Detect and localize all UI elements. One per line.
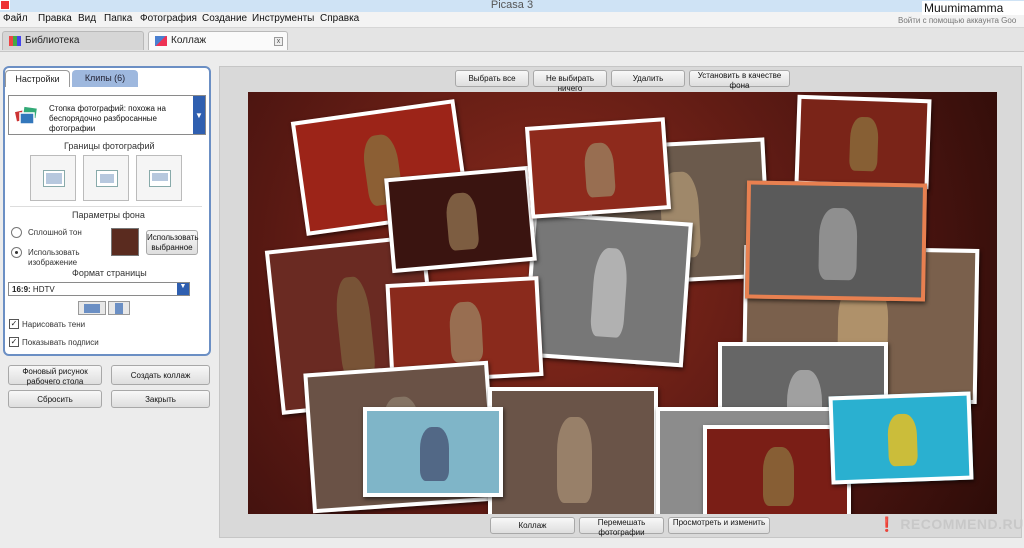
menu-file[interactable]: Файл bbox=[3, 13, 28, 24]
page-format-label: Формат страницы bbox=[72, 268, 147, 278]
collage-icon bbox=[155, 36, 167, 46]
menu-folder[interactable]: Папка bbox=[104, 13, 132, 24]
cat-image bbox=[583, 141, 616, 199]
shuffle-photos-button[interactable]: Перемешать фотографии bbox=[579, 517, 664, 537]
close-tab-icon[interactable]: x bbox=[274, 37, 283, 46]
menu-view[interactable]: Вид bbox=[78, 13, 96, 24]
cat-image bbox=[448, 301, 484, 363]
cat-image bbox=[419, 427, 449, 481]
dropdown-arrow-icon[interactable]: ▼ bbox=[193, 96, 205, 134]
bg-label: Параметры фона bbox=[72, 210, 145, 220]
cat-image bbox=[444, 192, 480, 252]
collage-photo[interactable] bbox=[703, 425, 851, 514]
menu-create[interactable]: Создание bbox=[202, 13, 247, 24]
collage-layout-dropdown[interactable]: Стопка фотографий: похожа на беспорядочн… bbox=[8, 95, 206, 135]
collage-photo[interactable] bbox=[744, 180, 928, 302]
shadows-label: Нарисовать тени bbox=[22, 320, 86, 329]
menu-edit[interactable]: Правка bbox=[38, 13, 72, 24]
cat-image bbox=[589, 247, 630, 339]
cat-image bbox=[763, 447, 794, 506]
portrait-button[interactable] bbox=[108, 301, 130, 315]
divider bbox=[10, 206, 202, 207]
cat-image bbox=[849, 116, 879, 172]
cat-image bbox=[332, 275, 377, 381]
page-format-value: HDTV bbox=[32, 285, 55, 294]
layout-text: Стопка фотографий: похожа на беспорядочн… bbox=[49, 104, 166, 133]
reset-button[interactable]: Сбросить bbox=[8, 390, 102, 408]
collage-photo[interactable] bbox=[488, 387, 658, 514]
collage-button[interactable]: Коллаж bbox=[490, 517, 575, 534]
collage-photo[interactable] bbox=[794, 94, 932, 190]
select-all-button[interactable]: Выбрать все bbox=[455, 70, 529, 87]
landscape-button[interactable] bbox=[78, 301, 106, 315]
tab-settings[interactable]: Настройки bbox=[5, 70, 70, 87]
collage-photo[interactable] bbox=[828, 391, 974, 485]
title-bar: Picasa 3 bbox=[0, 0, 1024, 12]
border-none-icon bbox=[44, 171, 64, 186]
border-white-button[interactable] bbox=[83, 155, 129, 201]
select-arrow-icon[interactable]: ▼ bbox=[177, 283, 189, 295]
preview-edit-button[interactable]: Просмотреть и изменить bbox=[668, 517, 770, 534]
page-format-ratio: 16:9: bbox=[12, 285, 31, 294]
sign-in-link[interactable]: Войти с помощью аккаунта Goo bbox=[898, 16, 1016, 25]
collage-photo[interactable] bbox=[363, 407, 503, 497]
radio-image[interactable] bbox=[11, 247, 22, 258]
border-polaroid-icon bbox=[150, 171, 170, 186]
background-thumbnail bbox=[111, 228, 139, 256]
menu-photo[interactable]: Фотография bbox=[140, 13, 197, 24]
tab-clips[interactable]: Клипы (6) bbox=[72, 70, 138, 87]
border-polaroid-button[interactable] bbox=[136, 155, 182, 201]
use-selected-button[interactable]: Использовать выбранное bbox=[146, 230, 198, 255]
menu-help[interactable]: Справка bbox=[320, 13, 359, 24]
create-collage-button[interactable]: Создать коллаж bbox=[111, 365, 210, 385]
cat-image bbox=[556, 417, 593, 504]
set-as-background-button[interactable]: Установить в качестве фона bbox=[689, 70, 790, 90]
collage-photo[interactable] bbox=[384, 165, 537, 274]
collage-photo[interactable] bbox=[523, 211, 693, 368]
landscape-icon bbox=[84, 304, 100, 313]
captions-checkbox[interactable]: ✓ bbox=[9, 337, 19, 347]
user-name[interactable]: Muumimamma bbox=[922, 1, 1024, 15]
photo-pile-icon bbox=[13, 104, 41, 126]
border-white-icon bbox=[97, 171, 117, 186]
recommend-watermark: ❗ RECOMMEND.RU bbox=[878, 516, 1024, 532]
tab-library[interactable]: Библиотека bbox=[2, 31, 144, 50]
borders-label: Границы фотографий bbox=[64, 141, 155, 151]
menu-bar: Файл Правка Вид Папка Фотография Создани… bbox=[0, 12, 1024, 28]
desktop-bg-button[interactable]: Фоновый рисунок рабочего стола bbox=[8, 365, 102, 386]
tab-collage-label: Коллаж bbox=[171, 35, 207, 46]
border-none-button[interactable] bbox=[30, 155, 76, 201]
library-icon bbox=[9, 36, 21, 46]
window-title: Picasa 3 bbox=[490, 0, 534, 11]
radio-image-label: Использовать изображение bbox=[28, 248, 80, 267]
portrait-icon bbox=[115, 303, 123, 314]
tab-bar: Библиотека Коллаж x bbox=[0, 28, 1024, 52]
menu-tools[interactable]: Инструменты bbox=[252, 13, 314, 24]
radio-solid-label: Сплошной тон bbox=[28, 228, 82, 237]
collage-preview[interactable] bbox=[248, 92, 997, 514]
shadows-checkbox[interactable]: ✓ bbox=[9, 319, 19, 329]
select-none-button[interactable]: Не выбирать ничего bbox=[533, 70, 607, 93]
delete-button[interactable]: Удалить bbox=[611, 70, 685, 87]
collage-photo[interactable] bbox=[524, 117, 672, 219]
tab-library-label: Библиотека bbox=[25, 35, 80, 46]
cat-image bbox=[886, 413, 919, 467]
page-format-select[interactable]: 16:9: HDTV ▼ bbox=[8, 282, 190, 296]
tab-collage[interactable]: Коллаж x bbox=[148, 31, 288, 50]
captions-label: Показывать подписи bbox=[22, 338, 99, 347]
cat-image bbox=[818, 207, 858, 280]
close-button[interactable]: Закрыть bbox=[111, 390, 210, 408]
radio-solid[interactable] bbox=[11, 227, 22, 238]
